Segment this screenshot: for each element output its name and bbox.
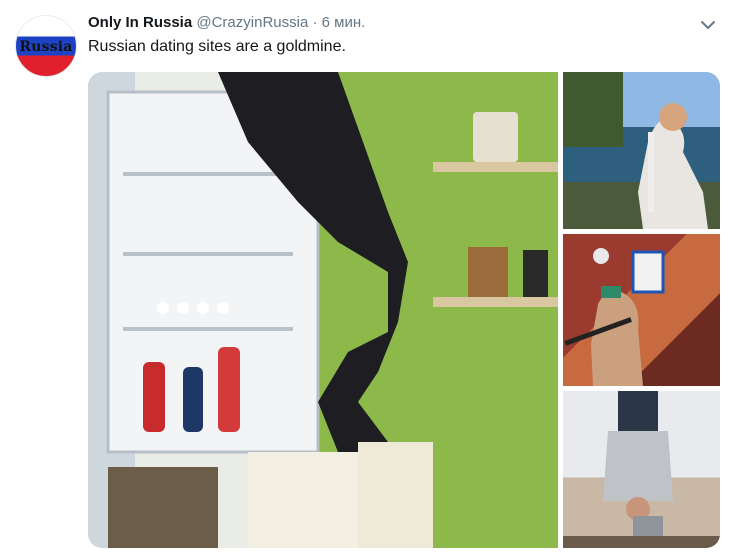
- upside-down-photo[interactable]: [563, 391, 720, 548]
- lake-fishing-photo[interactable]: [563, 72, 720, 229]
- author-handle[interactable]: @CrazyinRussia: [196, 14, 308, 31]
- avatar-label: Russia: [19, 39, 73, 55]
- separator: ·: [312, 14, 318, 31]
- avatar[interactable]: Russia: [15, 15, 77, 77]
- timestamp[interactable]: 6 мин.: [322, 14, 366, 31]
- tweet-header: Only In Russia @CrazyinRussia · 6 мин.: [88, 14, 365, 31]
- rug-room-photo[interactable]: [563, 234, 720, 386]
- fridge-photo[interactable]: [88, 72, 558, 548]
- media-grid: [88, 72, 720, 548]
- author-name[interactable]: Only In Russia: [88, 14, 192, 31]
- chevron-down-icon[interactable]: [700, 18, 716, 30]
- tweet-text: Russian dating sites are a goldmine.: [88, 38, 346, 55]
